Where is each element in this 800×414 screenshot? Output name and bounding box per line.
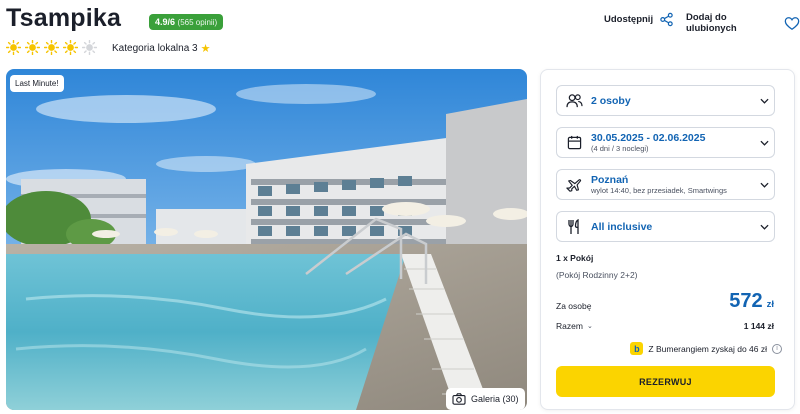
reserve-button[interactable]: REZERWUJ bbox=[556, 366, 775, 397]
last-minute-badge: Last Minute! bbox=[10, 75, 64, 92]
board-value: All inclusive bbox=[591, 220, 653, 233]
total-price: 1 144 zł bbox=[743, 321, 774, 331]
camera-icon bbox=[452, 393, 466, 405]
category-label: Kategoria lokalna 3 bbox=[112, 43, 198, 54]
rating-badge[interactable]: 4.9/6 (565 opinii) bbox=[149, 14, 224, 30]
hotel-title: Tsampika bbox=[6, 4, 122, 32]
total-label: Razem bbox=[556, 321, 583, 331]
persons-select[interactable]: 2 osoby bbox=[556, 85, 775, 116]
heart-icon bbox=[784, 16, 800, 31]
bumerang-promo: b Z Bumerangiem zyskaj do 46 zł i bbox=[630, 342, 782, 355]
add-to-favorites-button[interactable]: Dodaj do ulubionych bbox=[686, 12, 800, 34]
board-select[interactable]: All inclusive bbox=[556, 211, 775, 242]
departure-select[interactable]: Poznań wylot 14:40, bez przesiadek, Smar… bbox=[556, 169, 775, 200]
hotel-offer-page: Tsampika 4.9/6 (565 opinii) Kategoria lo… bbox=[0, 0, 800, 414]
bumerang-text: Z Bumerangiem zyskaj do 46 zł bbox=[648, 343, 767, 354]
calendar-icon bbox=[565, 135, 583, 150]
share-button[interactable]: Udostępnij bbox=[604, 12, 674, 27]
favorite-label: Dodaj do ulubionych bbox=[686, 12, 737, 34]
price-per-person: 572 zł bbox=[729, 290, 774, 313]
per-person-label: Za osobę bbox=[556, 301, 592, 311]
chevron-down-icon bbox=[754, 98, 774, 104]
sun-icon bbox=[82, 40, 97, 55]
total-toggle[interactable]: Razem ⌄ bbox=[556, 321, 593, 331]
rating-count: (565 opinii) bbox=[177, 18, 218, 27]
duration-value: (4 dni / 3 noclegi) bbox=[591, 144, 649, 153]
sun-icon bbox=[44, 40, 59, 55]
rating-score: 4.9/6 bbox=[155, 17, 176, 27]
chevron-down-icon: ⌄ bbox=[586, 323, 593, 330]
flight-info: wylot 14:40, bez przesiadek, Smartwings bbox=[591, 186, 727, 195]
chevron-down-icon bbox=[754, 182, 774, 188]
cutlery-icon bbox=[565, 218, 583, 235]
sun-icon bbox=[6, 40, 21, 55]
chevron-down-icon bbox=[754, 140, 774, 146]
sun-icon bbox=[25, 40, 40, 55]
departure-city: Poznań bbox=[591, 174, 629, 186]
price-value: 572 bbox=[729, 290, 763, 312]
info-icon[interactable]: i bbox=[772, 343, 782, 354]
price-currency: zł bbox=[766, 299, 774, 310]
room-type: (Pokój Rodzinny 2+2) bbox=[556, 270, 638, 280]
gallery-button[interactable]: Galeria (30) bbox=[446, 388, 525, 410]
persons-value: 2 osoby bbox=[591, 94, 631, 107]
gallery-label: Galeria (30) bbox=[471, 394, 519, 404]
local-category: Kategoria lokalna 3 ★ bbox=[112, 42, 211, 55]
dates-select[interactable]: 30.05.2025 - 02.06.2025 (4 dni / 3 nocle… bbox=[556, 127, 775, 158]
star-icon: ★ bbox=[200, 43, 211, 55]
share-icon bbox=[659, 12, 674, 27]
chevron-down-icon bbox=[754, 224, 774, 230]
dates-value: 30.05.2025 - 02.06.2025 bbox=[591, 132, 706, 144]
sun-icon bbox=[63, 40, 78, 55]
bumerang-logo: b bbox=[630, 342, 644, 355]
plane-icon bbox=[565, 177, 583, 192]
share-label: Udostępnij bbox=[604, 14, 654, 25]
persons-icon bbox=[565, 93, 583, 108]
hotel-photo[interactable] bbox=[6, 69, 527, 410]
sun-rating bbox=[6, 40, 97, 55]
room-count: 1 x Pokój bbox=[556, 253, 594, 263]
